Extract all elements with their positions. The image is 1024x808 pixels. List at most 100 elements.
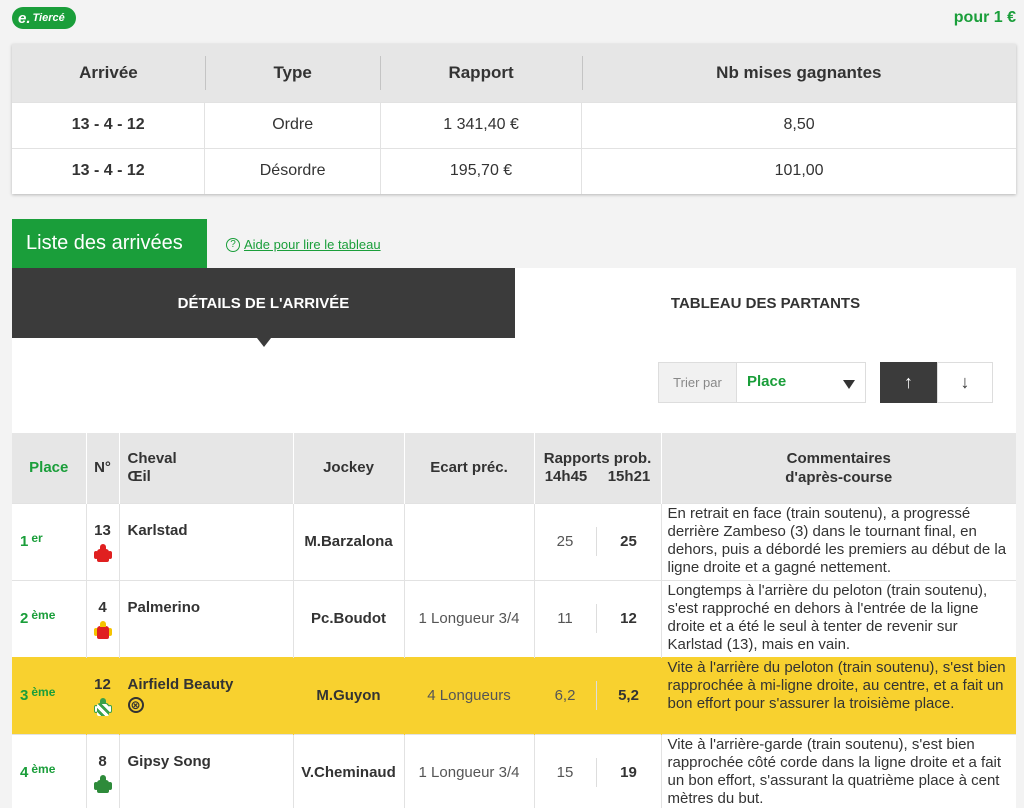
horse-cell: Karlstad bbox=[118, 502, 293, 580]
rapports-cell: 15 19 bbox=[533, 733, 661, 808]
sort-descending-button[interactable]: ↓ bbox=[937, 362, 993, 403]
place-suffix: ème bbox=[31, 608, 56, 622]
header-oeil-label: Œil bbox=[127, 467, 151, 485]
place-number: 4 bbox=[20, 764, 29, 782]
silk-cap bbox=[99, 774, 106, 781]
place-cell: 2 ème bbox=[12, 579, 86, 657]
place-cell: 1 er bbox=[12, 502, 86, 580]
table-row[interactable]: 1 er 13 Karlstad M.Barzalona 25 25 En retrait e… bbox=[12, 502, 1016, 580]
silk-body bbox=[96, 702, 109, 716]
rapport-14h45: 25 bbox=[535, 527, 597, 556]
rapport-15h21: 5,2 bbox=[618, 687, 639, 704]
ecart-value: 1 Longueur 3/4 bbox=[403, 579, 534, 657]
horse-cell: Gipsy Song bbox=[118, 733, 293, 808]
arrivals-panel: DÉTAILS DE L'ARRIVÉE TABLEAU DES PARTANT… bbox=[12, 268, 1016, 808]
sort-ascending-button[interactable]: ↑ bbox=[880, 362, 937, 403]
header-cheval-label: Cheval bbox=[127, 449, 177, 467]
header-ecart: Ecart préc. bbox=[403, 433, 534, 503]
sort-value[interactable]: Place bbox=[747, 373, 786, 390]
num-cell: 8 bbox=[85, 733, 119, 808]
sort-select[interactable]: Trier par Place bbox=[658, 362, 866, 403]
silk-body bbox=[96, 779, 109, 793]
header-commentaires: Commentaires d'après-course bbox=[660, 433, 1016, 503]
rapports-cell: 6,2 5,2 bbox=[533, 656, 661, 734]
rapports-cell: 25 25 bbox=[533, 502, 661, 580]
tab-tableau-partants[interactable]: TABLEAU DES PARTANTS bbox=[515, 268, 1016, 338]
rapport-value: 195,70 € bbox=[379, 147, 582, 194]
header-comm-line2: d'après-course bbox=[785, 468, 893, 486]
table-row[interactable]: 2 ème 4 Palmerino Pc.Boudot 1 Longueur 3/4 11 1… bbox=[12, 579, 1016, 657]
rapport-15h21: 12 bbox=[620, 610, 637, 627]
comment-text: Longtemps à l'arrière du peloton (train … bbox=[660, 579, 1016, 657]
header-rapports: Rapports prob. 14h45 15h21 bbox=[533, 433, 661, 503]
rapports-header-rapport: Rapport bbox=[380, 44, 582, 102]
header-time-1: 14h45 bbox=[544, 467, 588, 485]
stake-label: pour 1 € bbox=[953, 9, 1016, 26]
rapport-14h45: 6,2 bbox=[535, 681, 597, 710]
place-suffix: er bbox=[31, 531, 43, 545]
caret-down-icon[interactable] bbox=[843, 380, 855, 389]
rapports-header-type: Type bbox=[204, 44, 381, 102]
tab-details-arrivee[interactable]: DÉTAILS DE L'ARRIVÉE bbox=[12, 268, 515, 347]
place-cell: 3 ème bbox=[12, 656, 86, 734]
table-row: 13 - 4 - 12 Ordre 1 341,40 € 8,50 bbox=[12, 101, 1016, 148]
tab-bar: DÉTAILS DE L'ARRIVÉE TABLEAU DES PARTANT… bbox=[12, 268, 1016, 347]
horse-name[interactable]: Palmerino bbox=[128, 599, 293, 616]
header-cheval: Cheval Œil bbox=[118, 433, 293, 503]
section-title: Liste des arrivées bbox=[12, 219, 207, 268]
jockey-silk-icon bbox=[93, 774, 112, 795]
jockey-name: M.Guyon bbox=[292, 656, 404, 734]
place-number: 2 bbox=[20, 610, 29, 627]
header-comm-line1: Commentaires bbox=[786, 449, 891, 467]
horse-number: 12 bbox=[94, 675, 111, 693]
rapport-value: 1 341,40 € bbox=[379, 101, 582, 148]
top-bar: e. Tiercé pour 1 € bbox=[0, 0, 1024, 40]
horse-name[interactable]: Airfield Beauty bbox=[128, 676, 293, 693]
jockey-name: M.Barzalona bbox=[292, 502, 404, 580]
rapports-cell: 11 12 bbox=[533, 579, 661, 657]
header-rapports-label: Rapports prob. bbox=[543, 449, 652, 467]
horse-number: 13 bbox=[94, 521, 111, 539]
rapports-header-arrivee: Arrivée bbox=[12, 44, 205, 102]
ecart-value: 4 Longueurs bbox=[403, 656, 534, 734]
horse-number: 4 bbox=[98, 598, 107, 616]
ecart-value: 1 Longueur 3/4 bbox=[403, 733, 534, 808]
logo-e: e. bbox=[18, 9, 31, 27]
rapport-nb-mises: 8,50 bbox=[581, 101, 1016, 148]
rapport-14h45: 15 bbox=[535, 758, 597, 788]
table-row: 13 - 4 - 12 Désordre 195,70 € 101,00 bbox=[12, 147, 1016, 194]
silk-cap bbox=[99, 543, 106, 550]
header-num: N° bbox=[85, 433, 119, 503]
rapport-arrivee: 13 - 4 - 12 bbox=[12, 101, 205, 148]
blinkers-icon: ⊗ bbox=[127, 696, 144, 713]
rapport-type: Ordre bbox=[204, 101, 381, 148]
rapport-arrivee: 13 - 4 - 12 bbox=[12, 147, 205, 194]
rapport-15h21: 25 bbox=[620, 533, 637, 550]
rapports-header-nb-mises: Nb mises gagnantes bbox=[581, 44, 1016, 102]
num-cell: 4 bbox=[85, 579, 119, 657]
horse-name[interactable]: Gipsy Song bbox=[128, 753, 293, 770]
comment-text: Vite à l'arrière-garde (train soutenu), … bbox=[660, 733, 1016, 808]
place-number: 3 bbox=[20, 687, 29, 704]
header-place[interactable]: Place bbox=[12, 433, 86, 503]
horse-name[interactable]: Karlstad bbox=[128, 522, 293, 539]
horse-cell: Palmerino bbox=[118, 579, 293, 657]
etierce-logo[interactable]: e. Tiercé bbox=[12, 7, 76, 29]
rapport-nb-mises: 101,00 bbox=[581, 147, 1016, 194]
silk-body bbox=[96, 548, 109, 562]
place-cell: 4 ème bbox=[12, 733, 86, 808]
arrivals-table: Place N° Cheval Œil Jockey Ecart préc. R… bbox=[12, 433, 1016, 808]
num-cell: 12 bbox=[85, 656, 119, 734]
help-link[interactable]: ? Aide pour lire le tableau bbox=[226, 237, 381, 252]
jockey-silk-icon bbox=[93, 697, 112, 718]
silk-cap bbox=[99, 620, 106, 627]
rapport-14h45: 11 bbox=[535, 604, 597, 633]
jockey-silk-icon bbox=[93, 543, 112, 564]
help-link-text[interactable]: Aide pour lire le tableau bbox=[244, 237, 381, 252]
logo-text: Tiercé bbox=[32, 12, 65, 24]
horse-cell: Airfield Beauty ⊗ bbox=[118, 656, 293, 734]
table-row[interactable]: 3 ème 12 Airfield Beauty ⊗ M.Guyon 4 Longueurs… bbox=[12, 656, 1016, 734]
silk-cap bbox=[99, 697, 106, 704]
num-cell: 13 bbox=[85, 502, 119, 580]
table-row[interactable]: 4 ème 8 Gipsy Song V.Cheminaud 1 Longueur 3/4… bbox=[12, 733, 1016, 808]
